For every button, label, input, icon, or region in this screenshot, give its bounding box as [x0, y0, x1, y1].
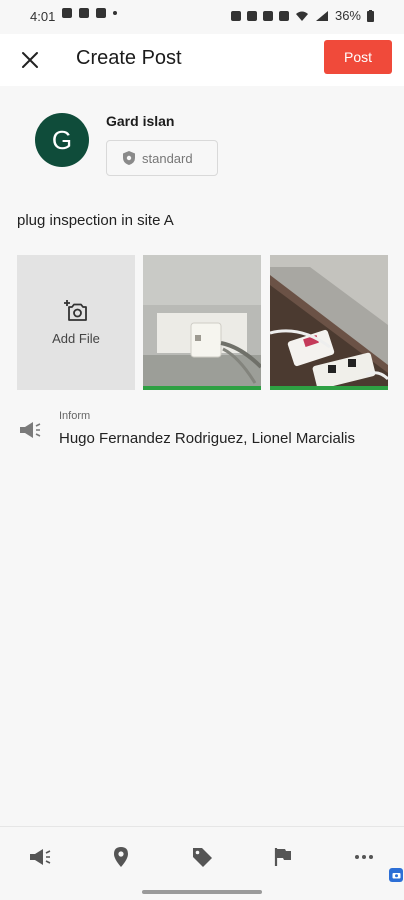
flag-icon [274, 848, 291, 866]
signal-icon [315, 10, 328, 21]
avatar-initial: G [51, 124, 73, 155]
author-name: Gard islan [106, 113, 175, 129]
lock-icon [230, 10, 241, 21]
alarm-icon [246, 10, 257, 21]
screenshot-badge [389, 868, 403, 882]
notification-icons [62, 8, 117, 18]
attachment-thumbnail[interactable] [270, 255, 388, 390]
app-bar: Create Post Post [0, 34, 404, 86]
system-icons: 36% [230, 8, 374, 23]
announce-button[interactable] [26, 843, 54, 871]
wifi-icon [295, 11, 308, 21]
add-file-button[interactable]: Add File [17, 255, 135, 390]
status-bar: 4:01 36% [0, 0, 404, 34]
shield-icon [123, 151, 135, 165]
power-strip-photo-image [270, 255, 388, 390]
more-notifications-icon [113, 11, 117, 15]
post-button[interactable]: Post [324, 40, 392, 74]
attachment-thumbnail[interactable] [143, 255, 261, 390]
app2-notification-icon [96, 8, 106, 18]
mute-icon [262, 10, 273, 21]
home-indicator[interactable] [142, 890, 262, 894]
status-time: 4:01 [30, 9, 56, 24]
location-status-icon [278, 10, 289, 21]
app-notification-icon [79, 8, 89, 18]
camera-icon [392, 873, 400, 879]
close-icon [22, 52, 38, 68]
flag-button[interactable] [269, 843, 297, 871]
inform-caption: Inform [59, 410, 91, 422]
more-options-button[interactable] [350, 843, 378, 871]
add-photo-icon [64, 300, 87, 321]
location-pin-icon [114, 847, 128, 867]
bottom-toolbar [0, 826, 404, 885]
gallery-notification-icon [62, 8, 72, 18]
location-button[interactable] [107, 843, 135, 871]
megaphone-icon [30, 849, 51, 865]
battery-icon [367, 9, 374, 22]
megaphone-icon [20, 422, 41, 438]
close-button[interactable] [16, 46, 44, 74]
avatar: G [35, 113, 89, 167]
tag-icon [193, 848, 212, 867]
post-text-input[interactable]: plug inspection in site A [17, 212, 387, 229]
upload-complete-bar [270, 386, 388, 390]
visibility-label: standard [142, 150, 193, 166]
tag-button[interactable] [188, 843, 216, 871]
more-icon [355, 855, 373, 859]
plug-photo-image [143, 255, 261, 390]
upload-complete-bar [143, 386, 261, 390]
visibility-selector[interactable]: standard [106, 140, 218, 176]
add-file-label: Add File [52, 331, 100, 346]
page-title: Create Post [76, 47, 182, 69]
battery-level: 36% [334, 8, 361, 23]
inform-recipients[interactable]: Hugo Fernandez Rodriguez, Lionel Marcial… [59, 430, 355, 447]
